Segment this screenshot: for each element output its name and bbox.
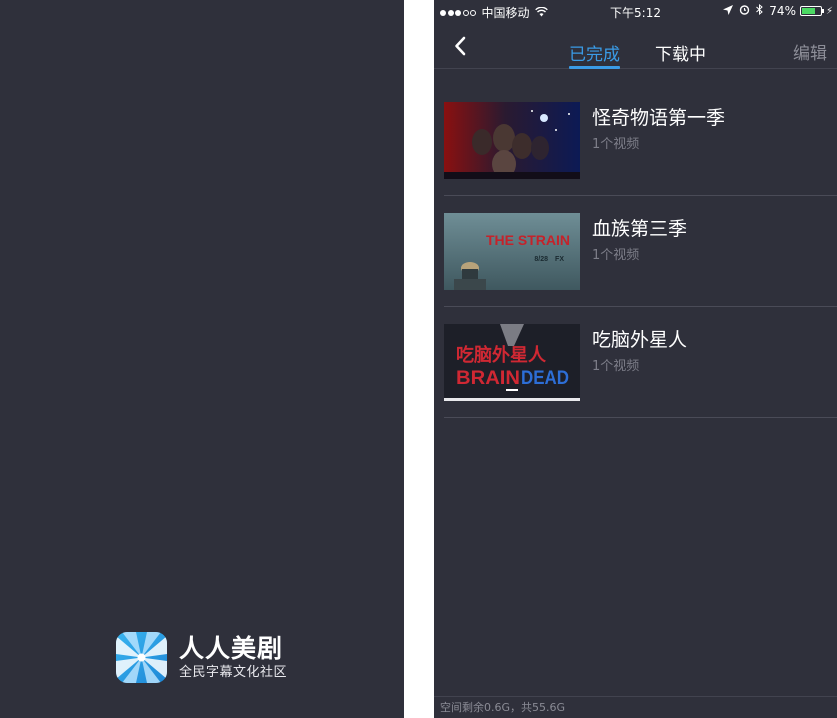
status-bar-right: 74% ⚡ [723,3,833,18]
list-item[interactable]: THE STRAIN 8/28 FX 血族第三季 1个视频 [444,196,837,307]
poster-strain-title: THE STRAIN [486,232,570,248]
downloads-screen: 中国移动 下午5:12 74% ⚡ 已完成 下载中 编辑 怪奇物语第一季 1个视… [434,0,837,718]
download-list: 怪奇物语第一季 1个视频 THE STRAIN 8/28 FX 血族第三季 1个… [434,85,837,418]
item-title: 血族第三季 [592,218,688,240]
app-slogan: 全民字幕文化社区 [179,664,288,680]
brand-text: 人人美剧 全民字幕文化社区 [179,634,287,682]
edit-button[interactable]: 编辑 [793,39,827,64]
bluetooth-icon [756,3,764,18]
item-video-count: 1个视频 [592,359,640,374]
battery-percent: 74% [769,4,796,18]
tab-completed-label: 已完成 [569,45,620,65]
poster-thumbnail: THE STRAIN 8/28 FX [444,213,580,290]
item-title: 吃脑外星人 [592,329,688,351]
active-tab-indicator [569,66,620,69]
storage-footer: 空间剩余0.6G，共55.6G [434,696,837,718]
list-item[interactable]: 吃脑外星人 BRAIN DEAD 吃脑外星人 1个视频 [444,307,837,418]
location-arrow-icon [723,4,734,18]
nav-bar: 已完成 下载中 编辑 [434,24,837,69]
back-button[interactable] [448,32,472,60]
tab-downloading[interactable]: 下载中 [655,40,706,68]
divider-gap [404,0,434,718]
tab-completed[interactable]: 已完成 [569,40,620,69]
poster-thumbnail: 吃脑外星人 BRAIN DEAD [444,324,580,401]
item-video-count: 1个视频 [592,248,640,263]
battery-icon [799,6,824,16]
poster-braindead-cn: 吃脑外星人 [456,344,547,366]
poster-braindead-en-red: BRAIN [456,368,520,389]
chevron-left-icon [455,36,466,56]
brand-block: 人人美剧 全民字幕文化社区 [116,632,287,683]
charging-bolt-icon: ⚡ [825,5,833,17]
tab-downloading-label: 下载中 [655,45,706,65]
poster-thumbnail [444,102,580,179]
app-logo-icon [116,632,167,683]
poster-braindead-en-blue: DEAD [521,368,569,389]
poster-strain-date: 8/28 [534,256,548,263]
list-item[interactable]: 怪奇物语第一季 1个视频 [444,85,837,196]
item-title: 怪奇物语第一季 [592,107,726,129]
splash-screen: 人人美剧 全民字幕文化社区 [0,0,404,718]
app-name: 人人美剧 [179,633,284,663]
item-video-count: 1个视频 [592,137,640,152]
poster-strain-network: FX [555,256,564,263]
alarm-icon [739,4,750,18]
status-bar: 中国移动 下午5:12 74% ⚡ [434,0,837,24]
